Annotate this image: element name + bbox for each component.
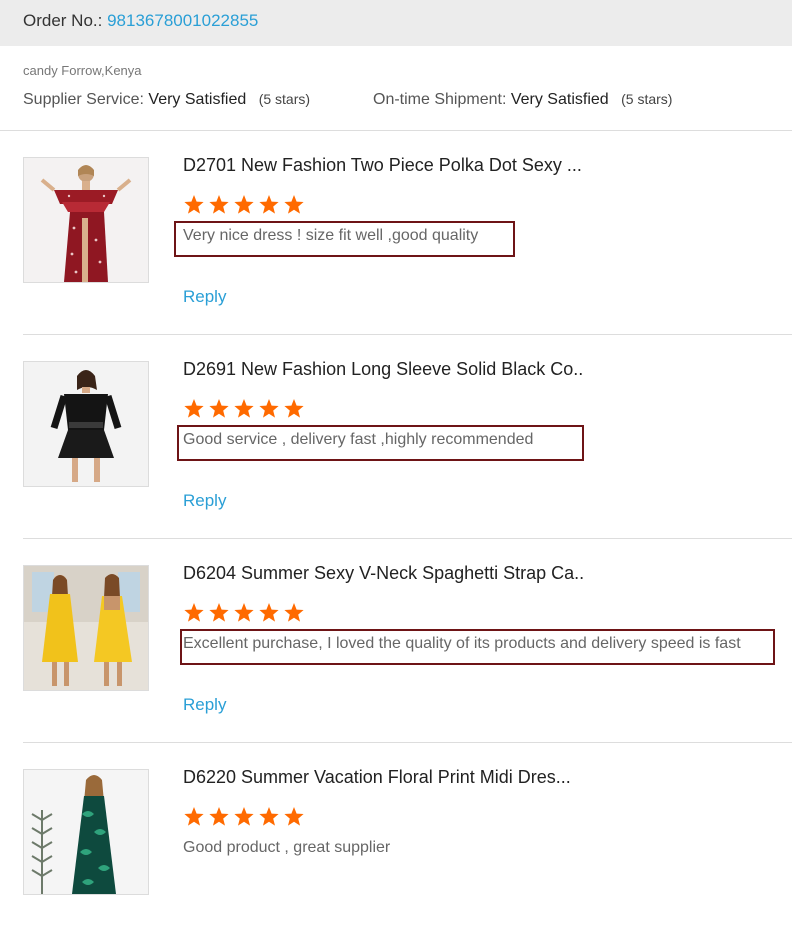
order-label: Order No.: bbox=[23, 11, 103, 30]
star-icon bbox=[183, 194, 205, 216]
review-comment: Excellent purchase, I loved the quality … bbox=[183, 635, 741, 652]
supplier-service-label: Supplier Service: bbox=[23, 91, 144, 108]
star-icon bbox=[283, 602, 305, 624]
review-item: D6220 Summer Vacation Floral Print Midi … bbox=[0, 743, 792, 947]
product-image[interactable] bbox=[23, 565, 149, 691]
star-icon bbox=[233, 398, 255, 420]
supplier-service-value: Very Satisfied bbox=[148, 91, 247, 108]
order-number-link[interactable]: 9813678001022855 bbox=[107, 11, 258, 30]
star-icon bbox=[283, 806, 305, 828]
product-title[interactable]: D2701 New Fashion Two Piece Polka Dot Se… bbox=[183, 155, 582, 176]
star-icon bbox=[183, 398, 205, 420]
star-rating bbox=[183, 194, 308, 216]
review-item: D6204 Summer Sexy V-Neck Spaghetti Strap… bbox=[0, 539, 792, 743]
product-title[interactable]: D2691 New Fashion Long Sleeve Solid Blac… bbox=[183, 359, 583, 380]
shipment-value: Very Satisfied bbox=[510, 91, 609, 108]
star-icon bbox=[208, 806, 230, 828]
star-rating bbox=[183, 806, 308, 828]
buyer-name: candy Forrow,Kenya bbox=[23, 63, 142, 78]
star-icon bbox=[183, 806, 205, 828]
shipment-label: On-time Shipment: bbox=[373, 91, 507, 108]
product-image[interactable] bbox=[23, 157, 149, 283]
star-icon bbox=[283, 194, 305, 216]
star-rating bbox=[183, 398, 308, 420]
star-icon bbox=[233, 194, 255, 216]
review-comment: Good product , great supplier bbox=[183, 839, 391, 856]
supplier-service-rating: Supplier Service: Very Satisfied (5 star… bbox=[23, 91, 310, 109]
reply-link[interactable]: Reply bbox=[183, 695, 226, 715]
star-icon bbox=[283, 398, 305, 420]
star-icon bbox=[233, 602, 255, 624]
supplier-service-note: (5 stars) bbox=[258, 91, 311, 107]
order-header: Order No.: 9813678001022855 bbox=[0, 0, 792, 46]
star-icon bbox=[258, 602, 280, 624]
star-icon bbox=[258, 194, 280, 216]
product-image[interactable] bbox=[23, 769, 149, 895]
star-rating bbox=[183, 602, 308, 624]
star-icon bbox=[208, 194, 230, 216]
product-title[interactable]: D6220 Summer Vacation Floral Print Midi … bbox=[183, 767, 571, 788]
star-icon bbox=[258, 398, 280, 420]
review-item: D2691 New Fashion Long Sleeve Solid Blac… bbox=[0, 335, 792, 539]
star-icon bbox=[183, 602, 205, 624]
reply-link[interactable]: Reply bbox=[183, 287, 226, 307]
shipment-note: (5 stars) bbox=[621, 91, 673, 107]
review-item: D2701 New Fashion Two Piece Polka Dot Se… bbox=[0, 131, 792, 335]
shipment-rating: On-time Shipment: Very Satisfied (5 star… bbox=[373, 91, 672, 109]
product-title[interactable]: D6204 Summer Sexy V-Neck Spaghetti Strap… bbox=[183, 563, 584, 584]
star-icon bbox=[233, 806, 255, 828]
star-icon bbox=[208, 602, 230, 624]
review-comment: Good service , delivery fast ,highly rec… bbox=[183, 431, 534, 448]
review-comment: Very nice dress ! size fit well ,good qu… bbox=[183, 227, 479, 244]
star-icon bbox=[208, 398, 230, 420]
product-image[interactable] bbox=[23, 361, 149, 487]
star-icon bbox=[258, 806, 280, 828]
reply-link[interactable]: Reply bbox=[183, 491, 226, 511]
